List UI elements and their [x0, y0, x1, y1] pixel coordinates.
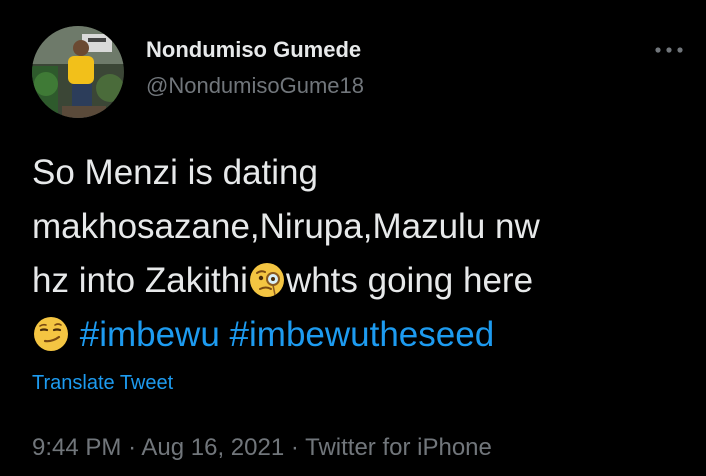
tweet-line-2: makhosazane,Nirupa,Mazulu nw — [32, 207, 540, 246]
hashtag-imbewutheseed[interactable]: #imbewutheseed — [230, 315, 495, 354]
tweet-metadata: 9:44 PM · Aug 16, 2021 · Twitter for iPh… — [32, 434, 492, 462]
tweet-line-1: So Menzi is dating — [32, 153, 318, 192]
more-options-button[interactable] — [650, 38, 690, 62]
smirking-face-icon — [34, 317, 68, 351]
face-with-monocle-icon — [249, 263, 284, 297]
separator: · — [128, 434, 137, 461]
author-block: Nondumiso Gumede @NondumisoGume18 — [146, 36, 364, 100]
tweet-date[interactable]: Aug 16, 2021 — [141, 434, 284, 461]
tweet-line-3-text-end: whts going here — [285, 261, 534, 300]
display-name[interactable]: Nondumiso Gumede — [146, 36, 364, 64]
translate-tweet-link[interactable]: Translate Tweet — [32, 372, 173, 395]
tweet-line-3: hz into Zakithi whts going here — [32, 254, 692, 308]
separator: · — [290, 434, 299, 461]
tweet: Nondumiso Gumede @NondumisoGume18 So Men… — [0, 0, 706, 476]
tweet-time[interactable]: 9:44 PM — [32, 434, 121, 461]
tweet-text: So Menzi is dating makhosazane,Nirupa,Ma… — [32, 146, 692, 362]
profile-photo-icon — [32, 26, 124, 118]
tweet-line-3-text: hz into Zakithi — [32, 261, 248, 300]
hashtag-imbewu[interactable]: #imbewu — [80, 315, 220, 354]
tweet-line-4: #imbewu #imbewutheseed — [32, 308, 692, 362]
user-handle[interactable]: @NondumisoGume18 — [146, 72, 364, 100]
avatar[interactable] — [32, 26, 124, 118]
tweet-source[interactable]: Twitter for iPhone — [305, 434, 492, 461]
more-options-icon — [655, 47, 683, 53]
